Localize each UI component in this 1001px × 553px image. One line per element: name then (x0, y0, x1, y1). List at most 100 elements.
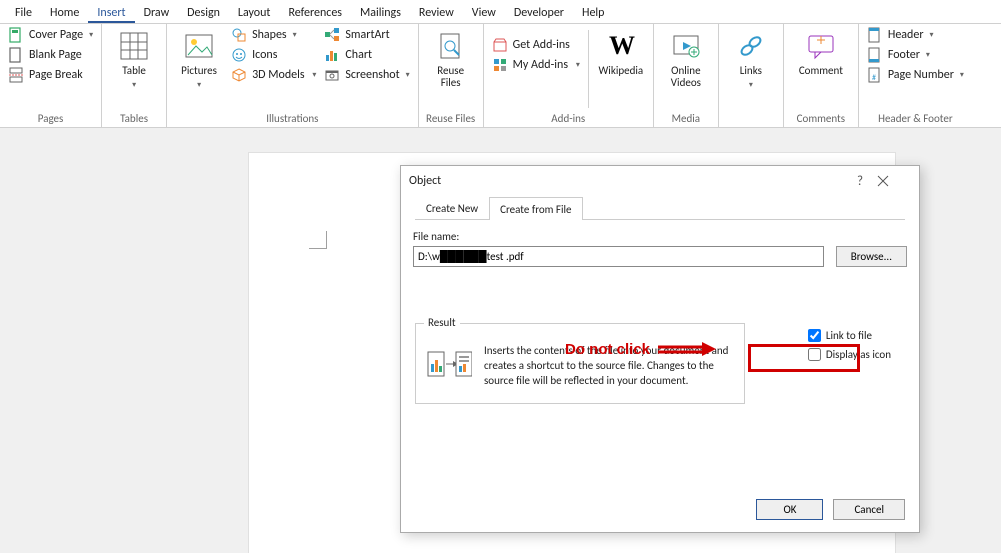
wikipedia-label: Wikipedia (599, 65, 644, 77)
my-addins-label: My Add-ins (513, 58, 568, 72)
pictures-icon (183, 30, 215, 62)
3d-models-label: 3D Models (252, 68, 305, 82)
get-addins-button[interactable]: Get Add-ins (490, 36, 582, 54)
group-addins: Get Add-ins My Add-ins ▾ W Wikipedia Add… (484, 24, 654, 127)
wikipedia-button[interactable]: W Wikipedia (595, 26, 647, 77)
tab-help[interactable]: Help (573, 2, 614, 23)
chevron-down-icon: ▾ (132, 80, 136, 90)
table-label: Table (122, 65, 146, 77)
chart-button[interactable]: Chart (322, 46, 411, 64)
screenshot-button[interactable]: Screenshot ▾ (322, 66, 411, 84)
link-to-file-checkbox[interactable]: Link to file (808, 328, 891, 343)
online-videos-label: Online Videos (662, 65, 710, 89)
reuse-files-icon (435, 30, 467, 62)
cancel-button[interactable]: Cancel (833, 499, 905, 520)
link-to-file-label: Link to file (826, 329, 872, 342)
tab-create-from-file[interactable]: Create from File (489, 197, 582, 220)
store-icon (492, 37, 508, 53)
comment-button[interactable]: Comment (790, 26, 852, 77)
header-icon (867, 27, 883, 43)
shapes-button[interactable]: Shapes ▾ (229, 26, 318, 44)
tab-review[interactable]: Review (410, 2, 463, 23)
dialog-footer: OK Cancel (756, 499, 905, 520)
3d-models-button[interactable]: 3D Models ▾ (229, 66, 318, 84)
file-name-input[interactable] (413, 246, 824, 267)
chevron-down-icon: ▾ (574, 60, 580, 70)
tab-draw[interactable]: Draw (135, 2, 179, 23)
tab-references[interactable]: References (279, 2, 351, 23)
cover-page-icon (8, 27, 24, 43)
tab-create-new[interactable]: Create New (415, 196, 489, 219)
cover-page-label: Cover Page (29, 28, 83, 42)
tab-layout[interactable]: Layout (229, 2, 280, 23)
tab-view[interactable]: View (463, 2, 505, 23)
group-reuse-files-label: Reuse Files (425, 112, 477, 127)
pictures-button[interactable]: Pictures ▾ (173, 26, 225, 90)
header-button[interactable]: Header ▾ (865, 26, 966, 44)
group-pages: Cover Page ▾ Blank Page Page Break Page (0, 24, 102, 127)
reuse-files-button[interactable]: Reuse Files (425, 26, 477, 89)
table-button[interactable]: Table ▾ (108, 26, 160, 90)
chart-label: Chart (345, 48, 372, 62)
group-pages-label: Pages (6, 112, 95, 127)
close-button[interactable] (877, 175, 911, 187)
cover-page-button[interactable]: Cover Page ▾ (6, 26, 95, 44)
tab-insert[interactable]: Insert (88, 2, 134, 23)
tab-mailings[interactable]: Mailings (351, 2, 410, 23)
blank-page-button[interactable]: Blank Page (6, 46, 95, 64)
margin-mark-tl (309, 231, 327, 249)
table-icon (118, 30, 150, 62)
dialog-tabs: Create New Create from File (415, 196, 905, 220)
tab-developer[interactable]: Developer (505, 2, 573, 23)
chevron-down-icon: ▾ (749, 80, 753, 90)
result-legend: Result (424, 316, 460, 329)
wikipedia-icon: W (605, 30, 637, 62)
page-break-button[interactable]: Page Break (6, 66, 95, 84)
group-header-footer-label: Header & Footer (865, 112, 966, 127)
result-description: Inserts the contents of the file into yo… (484, 344, 734, 389)
tab-home[interactable]: Home (41, 2, 88, 23)
chevron-down-icon: ▾ (960, 70, 964, 80)
links-button[interactable]: Links ▾ (725, 26, 777, 90)
link-icon (735, 30, 767, 62)
group-media: Online Videos Media (654, 24, 719, 127)
icons-button[interactable]: Icons (229, 46, 318, 64)
smartart-label: SmartArt (345, 28, 389, 42)
group-illustrations-label: Illustrations (173, 112, 412, 127)
online-video-icon (670, 30, 702, 62)
smartart-button[interactable]: SmartArt (322, 26, 411, 44)
screenshot-icon (324, 67, 340, 83)
dialog-titlebar: Object ? (401, 166, 919, 196)
group-links-label (725, 112, 777, 127)
dialog-title: Object (409, 174, 843, 188)
shapes-label: Shapes (252, 28, 287, 42)
link-to-file-input[interactable] (808, 329, 821, 342)
page-number-button[interactable]: # Page Number ▾ (865, 66, 966, 84)
online-videos-button[interactable]: Online Videos (660, 26, 712, 89)
chevron-down-icon: ▾ (293, 30, 297, 40)
my-addins-button[interactable]: My Add-ins ▾ (490, 56, 582, 74)
3d-models-icon (231, 67, 247, 83)
result-panel: Result Inserts the contents of the file … (415, 323, 745, 404)
chevron-down-icon: ▾ (926, 50, 930, 60)
tab-file[interactable]: File (6, 2, 41, 23)
chevron-down-icon: ▾ (311, 70, 317, 80)
ok-button[interactable]: OK (756, 499, 823, 520)
pictures-label: Pictures (181, 65, 217, 77)
chevron-down-icon: ▾ (89, 30, 93, 40)
browse-button[interactable]: Browse... (836, 246, 907, 267)
tab-design[interactable]: Design (178, 2, 229, 23)
help-button[interactable]: ? (843, 174, 877, 189)
footer-button[interactable]: Footer ▾ (865, 46, 966, 64)
links-label: Links (740, 65, 762, 77)
smartart-icon (324, 27, 340, 43)
blank-page-label: Blank Page (29, 48, 82, 62)
screenshot-label: Screenshot (345, 68, 399, 82)
reuse-files-label: Reuse Files (427, 65, 475, 89)
close-icon (877, 175, 889, 187)
group-header-footer: Header ▾ Footer ▾ # Page Number ▾ (859, 24, 972, 127)
group-addins-label: Add-ins (490, 112, 647, 127)
group-comments-label: Comments (790, 112, 852, 127)
page-break-label: Page Break (29, 68, 83, 82)
footer-label: Footer (888, 48, 920, 62)
